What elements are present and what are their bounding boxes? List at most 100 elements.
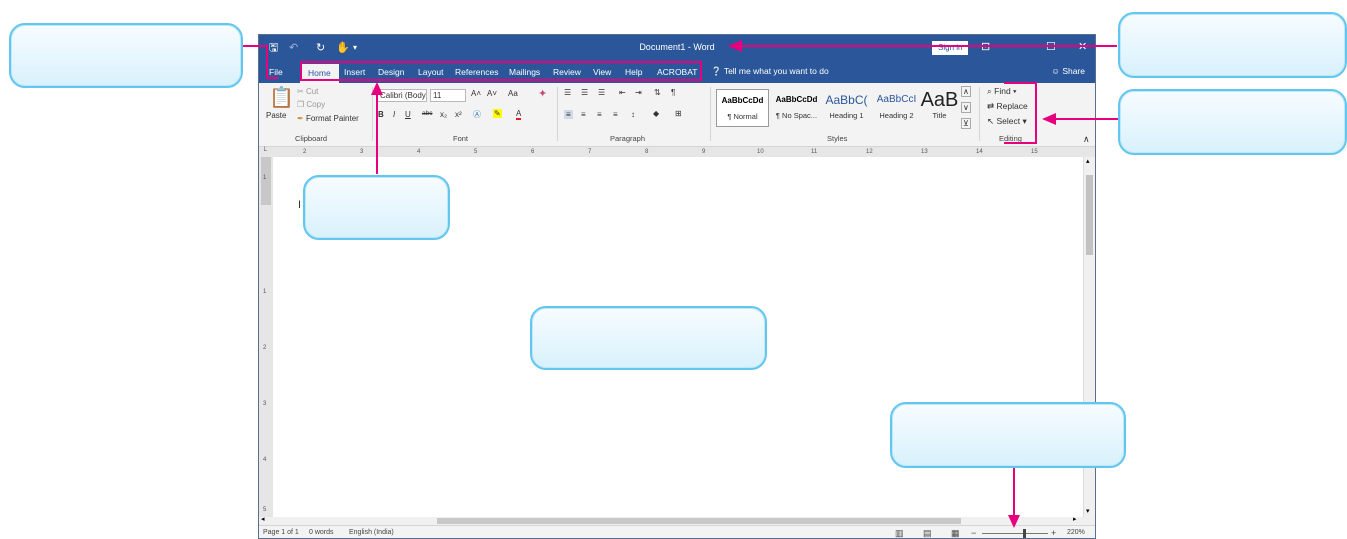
collapse-ribbon-icon[interactable]: ∧ <box>1083 134 1090 145</box>
style-no-spacing[interactable]: AaBbCcDd ¶ No Spac... <box>770 89 823 127</box>
increase-indent-icon[interactable]: ⇥ <box>635 88 642 97</box>
sort-icon[interactable]: ⇅ <box>654 88 661 97</box>
horizontal-scrollbar[interactable]: ◂ ▸ <box>259 515 1095 525</box>
multilevel-list-icon[interactable]: ☰ <box>598 88 605 97</box>
language-indicator[interactable]: English (India) <box>349 526 394 538</box>
word-count[interactable]: 0 words <box>309 526 334 538</box>
underline-icon[interactable]: U <box>405 110 411 119</box>
align-right-icon[interactable]: ≡ <box>597 110 602 119</box>
zoom-slider[interactable] <box>982 533 1048 534</box>
ruler-number: 3 <box>360 149 364 155</box>
callout-arrow-line <box>1056 118 1118 120</box>
ruler-number: 13 <box>921 149 928 155</box>
ruler-number: 8 <box>645 149 649 155</box>
ruler-number: 7 <box>588 149 592 155</box>
superscript-icon[interactable]: x² <box>455 110 462 119</box>
numbering-icon[interactable]: ☰ <box>581 88 588 97</box>
cut-button[interactable]: ✂ Cut <box>297 87 318 96</box>
horizontal-scroll-thumb[interactable] <box>437 518 961 524</box>
editing-highlight-box <box>1004 142 1037 144</box>
scroll-right-icon[interactable]: ▸ <box>1073 515 1077 523</box>
style-title[interactable]: AaB Title <box>913 89 966 127</box>
tab-file[interactable]: File <box>269 66 283 82</box>
ruler-number: 6 <box>531 149 535 155</box>
bullets-icon[interactable]: ☰ <box>564 88 571 97</box>
styles-scroll-down-icon[interactable]: ∨ <box>961 102 971 113</box>
paste-icon[interactable]: 📋 <box>269 85 294 110</box>
highlight-icon[interactable]: ✎ <box>493 109 502 118</box>
callout-arrow-line <box>376 94 378 174</box>
arrowhead <box>1008 515 1020 528</box>
style-normal[interactable]: AaBbCcDd ¶ Normal <box>716 89 769 127</box>
ruler-number: 2 <box>263 345 267 351</box>
text-cursor-icon: I <box>298 199 302 211</box>
copy-button[interactable]: ❐ Copy <box>297 100 325 109</box>
style-heading-1[interactable]: AaBbC( Heading 1 <box>820 89 873 127</box>
subscript-icon[interactable]: x₂ <box>440 110 447 119</box>
style-name: Title <box>932 111 947 120</box>
scroll-up-icon[interactable]: ▴ <box>1086 157 1090 165</box>
format-painter-button[interactable]: ✒ Format Painter <box>297 114 359 123</box>
zoom-level[interactable]: 220% <box>1067 526 1085 538</box>
find-button[interactable]: ⌕ Find ▾ <box>987 86 1017 97</box>
style-sample: AaBbCcDd <box>775 95 818 104</box>
bold-icon[interactable]: B <box>378 110 384 119</box>
callout-arrow-line <box>1013 468 1015 516</box>
paintbrush-icon: ✒ <box>297 114 304 123</box>
clear-formatting-icon[interactable]: ✦ <box>538 87 547 100</box>
select-button[interactable]: ↖ Select ▾ <box>987 116 1027 127</box>
paragraph-group-label: Paragraph <box>610 134 646 143</box>
scroll-left-icon[interactable]: ◂ <box>261 515 265 523</box>
divider <box>710 87 711 141</box>
zoom-out-icon[interactable]: − <box>971 526 976 538</box>
text-effects-icon[interactable]: Ⓐ <box>473 109 481 120</box>
share-button[interactable]: ☺ Share <box>1051 66 1085 76</box>
ruler-number: 4 <box>263 457 267 463</box>
copy-icon: ❐ <box>297 100 305 109</box>
shrink-font-icon[interactable]: A˅ <box>487 89 497 98</box>
sign-in-button[interactable]: Sign in <box>932 41 969 55</box>
callout-quick-access <box>9 23 243 88</box>
strikethrough-icon[interactable]: abc <box>422 110 432 117</box>
copy-label: Copy <box>306 100 326 109</box>
font-size-dropdown[interactable]: 11 <box>430 89 466 102</box>
decrease-indent-icon[interactable]: ⇤ <box>619 88 626 97</box>
justify-icon[interactable]: ≡ <box>613 110 618 119</box>
pilcrow-icon[interactable]: ¶ <box>671 88 675 97</box>
replace-button[interactable]: ⇄ Replace <box>987 101 1028 112</box>
scissors-icon: ✂ <box>297 87 304 96</box>
tell-me-box[interactable]: ❔ Tell me what you want to do <box>711 66 829 77</box>
font-name-dropdown[interactable]: Calibri (Body <box>377 89 427 102</box>
page-count[interactable]: Page 1 of 1 <box>263 526 299 538</box>
status-bar: Page 1 of 1 0 words English (India) ▥ ▤ … <box>259 525 1095 538</box>
style-sample: AaBbC( <box>825 93 868 107</box>
vertical-scrollbar[interactable]: ▴ ▾ <box>1083 157 1095 524</box>
shading-icon[interactable]: ◆ <box>653 109 659 118</box>
tab-selector-icon[interactable]: └ <box>262 147 267 157</box>
grow-font-icon[interactable]: A˄ <box>471 89 481 98</box>
font-color-icon[interactable]: A <box>516 109 522 120</box>
ruler-number: 15 <box>1031 149 1038 155</box>
styles-more-icon[interactable]: ⊻ <box>961 118 971 129</box>
print-layout-icon[interactable]: ▤ <box>923 526 932 538</box>
italic-icon[interactable]: I <box>393 110 395 119</box>
callout-arrow-line <box>243 45 266 47</box>
styles-scroll-up-icon[interactable]: ∧ <box>961 86 971 97</box>
paste-button[interactable]: Paste <box>266 111 286 120</box>
scroll-down-icon[interactable]: ▾ <box>1086 507 1090 515</box>
ruler-number: 4 <box>417 149 421 155</box>
zoom-slider-thumb[interactable] <box>1023 529 1026 538</box>
arrowhead <box>1042 113 1056 125</box>
vertical-scroll-thumb[interactable] <box>1086 175 1093 255</box>
read-mode-icon[interactable]: ▥ <box>895 526 904 538</box>
line-spacing-icon[interactable]: ↕ <box>631 110 635 119</box>
borders-icon[interactable]: ⊞ <box>675 109 682 118</box>
change-case-button[interactable]: Aa <box>508 89 518 98</box>
align-center-icon[interactable]: ≡ <box>581 110 586 119</box>
web-layout-icon[interactable]: ▦ <box>951 526 960 538</box>
zoom-in-icon[interactable]: + <box>1051 526 1056 538</box>
cut-label: Cut <box>305 87 319 96</box>
tell-me-text: Tell me what you want to do <box>723 66 829 76</box>
ribbon: 📋 Paste ✂ Cut ❐ Copy ✒ Format Painter Cl… <box>259 83 1095 147</box>
align-left-icon[interactable]: ≡ <box>564 110 573 119</box>
